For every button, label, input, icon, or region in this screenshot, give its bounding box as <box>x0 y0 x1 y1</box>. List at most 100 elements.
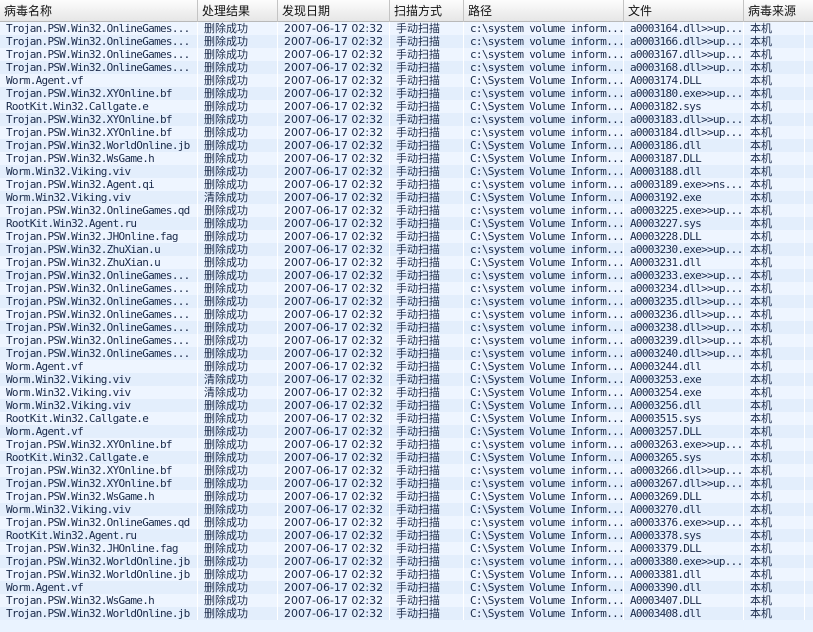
table-row[interactable]: RootKit.Win32.Callgate.e 删除成功 2007-06-17 0… <box>0 451 813 464</box>
table-row[interactable]: Trojan.PSW.Win32.WsGame.h 删除成功 2007-06-17 … <box>0 490 813 503</box>
table-row[interactable]: Trojan.PSW.Win32.ZhuXian.u 删除成功 2007-06-17… <box>0 243 813 256</box>
table-row[interactable]: Trojan.PSW.Win32.WsGame.h 删除成功 2007-06-17 … <box>0 594 813 607</box>
table-row[interactable]: Trojan.PSW.Win32.OnlineGames... 删除成功 2007-… <box>0 347 813 360</box>
file-cell: A0003381.dll <box>624 568 744 581</box>
table-row[interactable]: Trojan.PSW.Win32.WorldOnline.jb 删除成功 2007-… <box>0 555 813 568</box>
source-cell: 本机 <box>744 438 805 451</box>
path-cell: c:\system volume inform... <box>464 48 624 61</box>
source-cell: 本机 <box>744 425 805 438</box>
virus-name-cell: Trojan.PSW.Win32.JHOnline.fag <box>0 230 198 243</box>
source-cell: 本机 <box>744 399 805 412</box>
column-header-date[interactable]: 发现日期 <box>278 0 390 22</box>
table-row[interactable]: Worm.Win32.Viking.viv 删除成功 2007-06-17 02:3… <box>0 503 813 516</box>
date-cell: 2007-06-17 02:32 <box>278 48 390 61</box>
table-row[interactable]: Trojan.PSW.Win32.OnlineGames... 删除成功 2007-… <box>0 48 813 61</box>
table-row[interactable]: Worm.Win32.Viking.viv 删除成功 2007-06-17 02:3… <box>0 165 813 178</box>
virus-name-cell: Trojan.PSW.Win32.XYOnline.bf <box>0 438 198 451</box>
table-row[interactable]: Worm.Win32.Viking.viv 清除成功 2007-06-17 02:3… <box>0 373 813 386</box>
file-cell: a0003376.exe>>up... <box>624 516 744 529</box>
table-row[interactable]: Trojan.PSW.Win32.OnlineGames... 删除成功 2007-… <box>0 321 813 334</box>
virus-name-cell: Trojan.PSW.Win32.OnlineGames.qd <box>0 204 198 217</box>
date-cell: 2007-06-17 02:32 <box>278 100 390 113</box>
source-cell: 本机 <box>744 139 805 152</box>
table-row[interactable]: Trojan.PSW.Win32.XYOnline.bf 删除成功 2007-06-… <box>0 438 813 451</box>
date-cell: 2007-06-17 02:32 <box>278 87 390 100</box>
file-cell: A0003227.sys <box>624 217 744 230</box>
table-row[interactable]: RootKit.Win32.Callgate.e 删除成功 2007-06-17 0… <box>0 412 813 425</box>
table-row[interactable]: RootKit.Win32.Agent.ru 删除成功 2007-06-17 02:… <box>0 529 813 542</box>
table-row[interactable]: Trojan.PSW.Win32.OnlineGames... 删除成功 2007-… <box>0 61 813 74</box>
source-cell: 本机 <box>744 204 805 217</box>
table-row[interactable]: Trojan.PSW.Win32.XYOnline.bf 删除成功 2007-06-… <box>0 477 813 490</box>
path-cell: C:\System Volume Inform... <box>464 503 624 516</box>
scan-method-cell: 手动扫描 <box>390 230 464 243</box>
source-cell: 本机 <box>744 555 805 568</box>
table-row[interactable]: Trojan.PSW.Win32.OnlineGames... 删除成功 2007-… <box>0 35 813 48</box>
result-cell: 删除成功 <box>198 126 278 139</box>
table-row[interactable]: Trojan.PSW.Win32.XYOnline.bf 删除成功 2007-06-… <box>0 126 813 139</box>
path-cell: C:\System Volume Inform... <box>464 490 624 503</box>
virus-name-cell: Trojan.PSW.Win32.OnlineGames... <box>0 61 198 74</box>
table-row[interactable]: Worm.Win32.Viking.viv 清除成功 2007-06-17 02:3… <box>0 386 813 399</box>
column-header-scan-method[interactable]: 扫描方式 <box>390 0 464 22</box>
table-row[interactable]: Worm.Win32.Viking.viv 清除成功 2007-06-17 02:3… <box>0 191 813 204</box>
table-row[interactable]: Worm.Agent.vf 删除成功 2007-06-17 02:32 手动扫描 C:\… <box>0 425 813 438</box>
source-cell: 本机 <box>744 321 805 334</box>
table-row[interactable]: RootKit.Win32.Agent.ru 删除成功 2007-06-17 02:… <box>0 217 813 230</box>
column-header-path[interactable]: 路径 <box>464 0 624 22</box>
scan-method-cell: 手动扫描 <box>390 126 464 139</box>
table-row[interactable]: Trojan.PSW.Win32.XYOnline.bf 删除成功 2007-06-… <box>0 87 813 100</box>
virus-name-cell: Trojan.PSW.Win32.WorldOnline.jb <box>0 139 198 152</box>
table-row[interactable]: Trojan.PSW.Win32.WorldOnline.jb 删除成功 2007-… <box>0 139 813 152</box>
file-cell: A0003269.DLL <box>624 490 744 503</box>
table-row[interactable]: Trojan.PSW.Win32.OnlineGames... 删除成功 2007-… <box>0 295 813 308</box>
table-row[interactable]: Worm.Agent.vf 删除成功 2007-06-17 02:32 手动扫描 C:\… <box>0 581 813 594</box>
table-row[interactable]: Trojan.PSW.Win32.OnlineGames... 删除成功 2007-… <box>0 282 813 295</box>
table-row[interactable]: Trojan.PSW.Win32.OnlineGames.qd 删除成功 2007-… <box>0 204 813 217</box>
column-header-virus-source[interactable]: 病毒来源 <box>744 0 805 22</box>
table-row[interactable]: Trojan.PSW.Win32.JHOnline.fag 删除成功 2007-06… <box>0 230 813 243</box>
file-cell: a0003238.dll>>up... <box>624 321 744 334</box>
date-cell: 2007-06-17 02:32 <box>278 243 390 256</box>
scan-method-cell: 手动扫描 <box>390 412 464 425</box>
table-row[interactable]: Trojan.PSW.Win32.OnlineGames... 删除成功 2007-… <box>0 269 813 282</box>
result-cell: 删除成功 <box>198 360 278 373</box>
result-cell: 删除成功 <box>198 48 278 61</box>
table-row[interactable]: Trojan.PSW.Win32.WorldOnline.jb 删除成功 2007-… <box>0 607 813 620</box>
virus-log-list[interactable]: Trojan.PSW.Win32.OnlineGames... 删除成功 2007-… <box>0 22 813 632</box>
table-row[interactable]: Worm.Agent.vf 删除成功 2007-06-17 02:32 手动扫描 C:\… <box>0 360 813 373</box>
path-cell: c:\system volume inform... <box>464 295 624 308</box>
result-cell: 删除成功 <box>198 87 278 100</box>
date-cell: 2007-06-17 02:32 <box>278 74 390 87</box>
table-row[interactable]: Trojan.PSW.Win32.XYOnline.bf 删除成功 2007-06-… <box>0 464 813 477</box>
table-row[interactable]: Trojan.PSW.Win32.OnlineGames.qd 删除成功 2007-… <box>0 516 813 529</box>
table-row[interactable]: Trojan.PSW.Win32.OnlineGames... 删除成功 2007-… <box>0 334 813 347</box>
virus-name-cell: Trojan.PSW.Win32.OnlineGames... <box>0 282 198 295</box>
table-row[interactable]: RootKit.Win32.Callgate.e 删除成功 2007-06-17 0… <box>0 100 813 113</box>
date-cell: 2007-06-17 02:32 <box>278 295 390 308</box>
column-header-file[interactable]: 文件 <box>624 0 744 22</box>
column-header-result[interactable]: 处理结果 <box>198 0 278 22</box>
date-cell: 2007-06-17 02:32 <box>278 35 390 48</box>
column-header-virus-name[interactable]: 病毒名称 <box>0 0 198 22</box>
table-row[interactable]: Trojan.PSW.Win32.XYOnline.bf 删除成功 2007-06-… <box>0 113 813 126</box>
date-cell: 2007-06-17 02:32 <box>278 139 390 152</box>
table-row[interactable]: Worm.Agent.vf 删除成功 2007-06-17 02:32 手动扫描 C:\… <box>0 74 813 87</box>
table-row[interactable]: Trojan.PSW.Win32.WorldOnline.jb 删除成功 2007-… <box>0 568 813 581</box>
table-row[interactable]: Trojan.PSW.Win32.OnlineGames... 删除成功 2007-… <box>0 308 813 321</box>
file-cell: A0003256.dll <box>624 399 744 412</box>
file-cell: a0003183.dll>>up... <box>624 113 744 126</box>
table-row[interactable]: Trojan.PSW.Win32.WsGame.h 删除成功 2007-06-17 … <box>0 152 813 165</box>
file-cell: a0003166.dll>>up... <box>624 35 744 48</box>
file-cell: A0003174.DLL <box>624 74 744 87</box>
table-row[interactable]: Trojan.PSW.Win32.Agent.qi 删除成功 2007-06-17 … <box>0 178 813 191</box>
source-cell: 本机 <box>744 347 805 360</box>
file-cell: a0003189.exe>>ns... <box>624 178 744 191</box>
table-row[interactable]: Trojan.PSW.Win32.ZhuXian.u 删除成功 2007-06-17… <box>0 256 813 269</box>
table-row[interactable]: Trojan.PSW.Win32.JHOnline.fag 删除成功 2007-06… <box>0 542 813 555</box>
table-row[interactable]: Worm.Win32.Viking.viv 删除成功 2007-06-17 02:3… <box>0 399 813 412</box>
date-cell: 2007-06-17 02:32 <box>278 230 390 243</box>
date-cell: 2007-06-17 02:32 <box>278 360 390 373</box>
source-cell: 本机 <box>744 152 805 165</box>
table-row[interactable]: Trojan.PSW.Win32.OnlineGames... 删除成功 2007-… <box>0 22 813 35</box>
